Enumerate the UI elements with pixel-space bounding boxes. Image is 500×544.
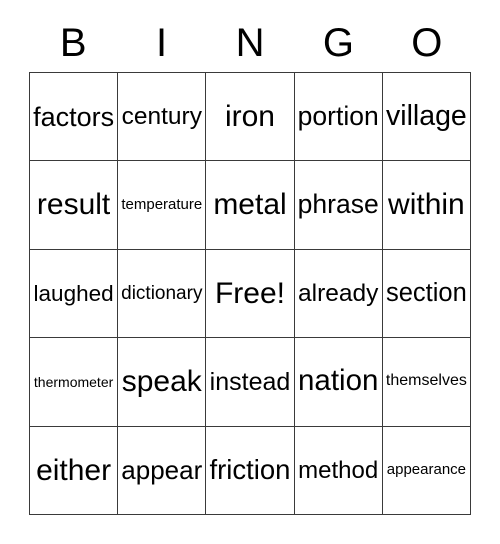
- bingo-cell-label: already: [298, 279, 379, 307]
- bingo-free-space-label: Free!: [214, 276, 285, 310]
- bingo-cell-label: section: [385, 279, 467, 308]
- bingo-cell[interactable]: already: [294, 249, 383, 339]
- bingo-cell-label: appear: [121, 454, 203, 485]
- bingo-grid: factors century iron portion village res…: [29, 72, 471, 515]
- bingo-cell[interactable]: speak: [118, 338, 207, 427]
- bingo-header-row: B I N G O: [29, 14, 471, 72]
- bingo-cell-label: themselves: [385, 372, 467, 390]
- bingo-cell-label: appearance: [386, 461, 466, 479]
- bingo-cell[interactable]: appearance: [382, 426, 471, 515]
- bingo-cell[interactable]: phrase: [294, 161, 383, 250]
- bingo-cell[interactable]: temperature: [118, 161, 207, 250]
- bingo-cell[interactable]: village: [382, 73, 471, 162]
- bingo-cell[interactable]: section: [382, 249, 471, 339]
- bingo-cell[interactable]: metal: [206, 161, 295, 250]
- bingo-card: B I N G O factors century iron portion v…: [0, 0, 500, 544]
- bingo-cell-label: iron: [224, 99, 275, 133]
- bingo-cell-label: nation: [298, 364, 379, 398]
- bingo-cell-label: within: [388, 188, 465, 222]
- bingo-header-letter-n: N: [235, 21, 265, 65]
- bingo-header-letter-b: B: [59, 21, 87, 65]
- bingo-cell[interactable]: thermometer: [30, 338, 119, 427]
- bingo-cell-label: factors: [33, 101, 115, 132]
- bingo-cell-label: result: [36, 188, 111, 222]
- bingo-cell[interactable]: factors: [30, 73, 119, 162]
- bingo-header-letter-g: G: [322, 21, 354, 65]
- bingo-cell[interactable]: result: [30, 161, 119, 250]
- bingo-cell[interactable]: nation: [294, 338, 383, 427]
- bingo-cell[interactable]: appear: [118, 426, 207, 515]
- bingo-cell-label: metal: [213, 188, 287, 222]
- bingo-cell[interactable]: either: [30, 426, 119, 515]
- bingo-cell-label: thermometer: [33, 373, 114, 390]
- bingo-cell[interactable]: laughed: [30, 249, 119, 339]
- bingo-cell[interactable]: within: [382, 161, 471, 250]
- bingo-cell[interactable]: dictionary: [118, 249, 207, 339]
- bingo-free-space-cell[interactable]: Free!: [206, 249, 295, 339]
- bingo-cell[interactable]: iron: [206, 73, 295, 162]
- bingo-cell-label: century: [121, 102, 202, 130]
- bingo-cell-label: friction: [209, 453, 291, 485]
- bingo-cell-label: dictionary: [121, 282, 203, 304]
- bingo-cell[interactable]: instead: [206, 338, 295, 427]
- bingo-header-letter-i: I: [156, 21, 168, 65]
- bingo-cell[interactable]: friction: [206, 426, 295, 515]
- bingo-cell-label: method: [298, 456, 379, 484]
- bingo-cell-label: phrase: [297, 189, 379, 220]
- bingo-cell-label: temperature: [121, 196, 203, 214]
- bingo-cell[interactable]: century: [118, 73, 207, 162]
- bingo-cell[interactable]: portion: [294, 73, 383, 162]
- bingo-cell-label: village: [385, 99, 467, 132]
- bingo-cell-label: laughed: [33, 280, 114, 306]
- bingo-cell[interactable]: themselves: [382, 338, 471, 427]
- bingo-cell-label: portion: [297, 100, 379, 131]
- bingo-cell-label: either: [36, 453, 112, 487]
- bingo-header-letter-o: O: [411, 21, 443, 65]
- bingo-cell-label: speak: [121, 365, 202, 399]
- bingo-cell-label: instead: [209, 367, 291, 396]
- bingo-cell[interactable]: method: [294, 426, 383, 515]
